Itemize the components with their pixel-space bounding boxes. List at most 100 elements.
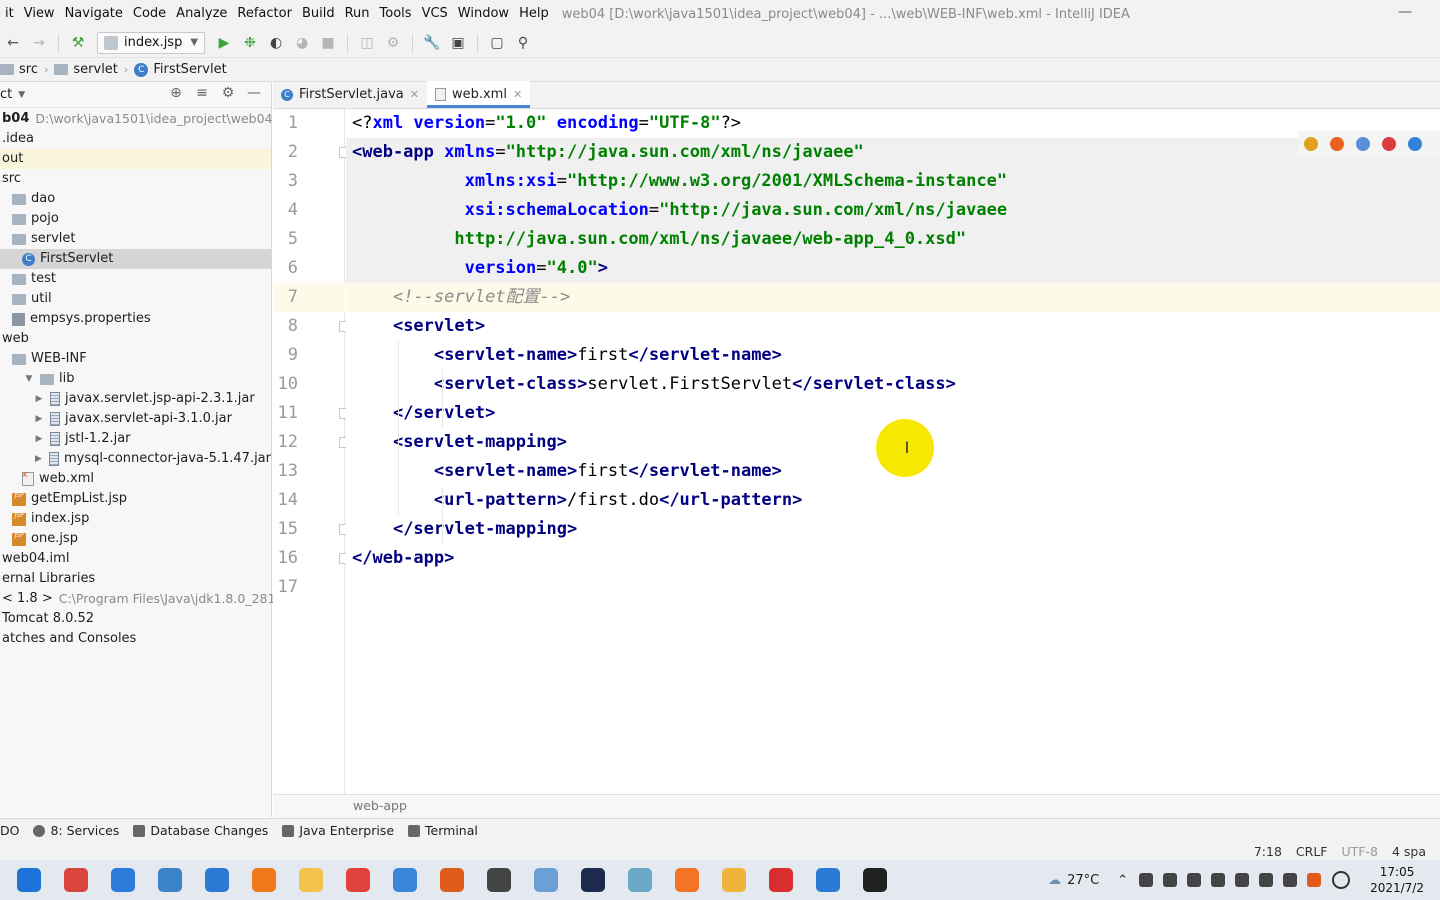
line-separator[interactable]: CRLF (1296, 844, 1328, 859)
tree-item[interactable]: ▶ javax.servlet.jsp-api-2.3.1.jar (0, 389, 271, 409)
taskbar-app-icon[interactable] (387, 860, 423, 900)
tree-item[interactable]: dao (0, 189, 271, 209)
tree-item[interactable]: empsys.properties (0, 309, 271, 329)
toolwindow-terminal[interactable]: Terminal (408, 823, 478, 838)
chevron-right-icon[interactable]: ▶ (32, 409, 46, 429)
menu-window[interactable]: Window (453, 0, 514, 28)
tree-item[interactable]: ▶ jstl-1.2.jar (0, 429, 271, 449)
tab-web-xml[interactable]: web.xml ✕ (426, 81, 531, 108)
chevron-right-icon[interactable]: ▶ (32, 389, 46, 409)
tree-item[interactable]: JSP getEmpList.jsp (0, 489, 271, 509)
menu-navigate[interactable]: Navigate (60, 0, 128, 28)
project-view-title[interactable]: ct (0, 87, 12, 102)
tree-item[interactable]: ▶ mysql-connector-java-5.1.47.jar (0, 449, 271, 469)
build-icon[interactable]: ⚒ (66, 31, 90, 55)
run-icon[interactable]: ▶ (212, 31, 236, 55)
taskbar-app-icon[interactable] (857, 860, 893, 900)
code-line[interactable]: version="4.0"> (346, 254, 1440, 283)
menu-code[interactable]: Code (128, 0, 171, 28)
tree-item[interactable]: C FirstServlet (0, 249, 271, 269)
debug-icon[interactable]: ❉ (238, 31, 262, 55)
gear-icon[interactable]: ⚙ (215, 85, 241, 101)
tree-item[interactable]: JSP one.jsp (0, 529, 271, 549)
opera-icon[interactable] (1382, 137, 1396, 151)
taskbar-app-icon[interactable] (246, 860, 282, 900)
collapse-all-icon[interactable]: ≡ (189, 85, 215, 101)
code-line[interactable]: <url-pattern>/first.do</url-pattern> (346, 486, 1440, 515)
menu-refactor[interactable]: Refactor (232, 0, 297, 28)
code-line[interactable]: </web-app> (346, 544, 1440, 573)
network-icon[interactable] (1235, 873, 1250, 887)
hide-icon[interactable]: — (241, 85, 267, 101)
tree-item[interactable]: web (0, 329, 271, 349)
menu-run[interactable]: Run (340, 0, 375, 28)
taskbar-app-icon[interactable] (434, 860, 470, 900)
tree-item[interactable]: .idea (0, 129, 271, 149)
code-line[interactable]: http://java.sun.com/xml/ns/javaee/web-ap… (346, 225, 1440, 254)
locate-icon[interactable]: ⊕ (163, 85, 189, 101)
weather-temp[interactable]: 27°C (1067, 873, 1099, 888)
chevron-down-icon[interactable]: ▼ (22, 369, 36, 389)
taskbar-app-icon[interactable] (105, 860, 141, 900)
microphone-icon[interactable] (1139, 873, 1154, 887)
tree-item[interactable]: < 1.8 > C:\Program Files\Java\jdk1.8.0_28… (0, 589, 275, 609)
shield-icon[interactable] (1163, 873, 1178, 887)
input-method-icon[interactable] (1283, 873, 1298, 887)
volume-icon[interactable] (1259, 873, 1274, 887)
code-line[interactable]: <servlet-class>servlet.FirstServlet</ser… (346, 370, 1440, 399)
run-config-select[interactable]: index.jsp ▼ (97, 31, 206, 54)
settings-icon[interactable]: 🔧 (420, 31, 444, 55)
tree-item[interactable]: pojo (0, 209, 271, 229)
chevron-down-icon[interactable]: ▼ (18, 90, 25, 100)
stop-icon[interactable]: ■ (316, 31, 340, 55)
battery-icon[interactable] (1211, 873, 1226, 887)
safari-icon[interactable] (1356, 137, 1370, 151)
taskbar-app-icon[interactable] (669, 860, 705, 900)
taskbar-app-icon[interactable] (481, 860, 517, 900)
code-line[interactable]: <?xml version="1.0" encoding="UTF-8"?> (346, 109, 1440, 138)
indent-setting[interactable]: 4 spa (1392, 844, 1426, 859)
code-line[interactable] (346, 573, 1440, 602)
tree-item[interactable]: servlet (0, 229, 271, 249)
tree-item[interactable]: Tomcat 8.0.52 (0, 609, 271, 629)
editor-breadcrumb[interactable]: web-app (273, 794, 1440, 818)
chevron-up-icon[interactable]: ⌃ (1117, 873, 1128, 888)
caret-position[interactable]: 7:18 (1254, 844, 1282, 859)
tree-item[interactable]: src (0, 169, 271, 189)
menu-analyze[interactable]: Analyze (171, 0, 232, 28)
tree-item[interactable]: b04 D:\work\java1501\idea_project\web04 (0, 109, 273, 129)
firefox-icon[interactable] (1330, 137, 1344, 151)
tab-firstservlet-java[interactable]: C FirstServlet.java ✕ (273, 81, 427, 108)
taskbar-app-icon[interactable] (763, 860, 799, 900)
toolwindow-database-changes[interactable]: Database Changes (133, 823, 268, 838)
tree-item[interactable]: out (0, 149, 271, 169)
project-structure-icon[interactable]: ▣ (446, 31, 470, 55)
tree-item[interactable]: ernal Libraries (0, 569, 271, 589)
breadcrumb-firstservlet[interactable]: C FirstServlet (134, 62, 227, 77)
app-tray-icon[interactable] (1307, 873, 1322, 887)
code-line[interactable]: xmlns:xsi="http://www.w3.org/2001/XMLSch… (346, 167, 1440, 196)
taskbar-app-icon[interactable] (340, 860, 376, 900)
frame-icon[interactable]: ▢ (485, 31, 509, 55)
weather-icon[interactable]: ☁ (1048, 873, 1061, 888)
taskbar-app-icon[interactable] (11, 860, 47, 900)
editor-gutter[interactable]: 1 2 3 4 5 6 7 8 9 10 11 12 13 14 15 16 17 (273, 109, 350, 794)
tree-item[interactable]: Kweb.xml (0, 469, 271, 489)
tree-item[interactable]: ▼ lib (0, 369, 271, 389)
code-line[interactable]: xsi:schemaLocation="http://java.sun.com/… (346, 196, 1440, 225)
close-icon[interactable]: ✕ (513, 88, 522, 101)
forward-icon[interactable]: → (27, 31, 51, 55)
taskbar-app-icon[interactable] (293, 860, 329, 900)
breadcrumb-src[interactable]: src › (0, 62, 48, 77)
toolwindow-services[interactable]: 8: Services (33, 823, 119, 838)
taskbar-app-icon[interactable] (58, 860, 94, 900)
code-line[interactable]: <servlet> (346, 312, 1440, 341)
back-icon[interactable]: ← (1, 31, 25, 55)
taskbar-app-icon[interactable] (575, 860, 611, 900)
taskbar-app-icon[interactable] (716, 860, 752, 900)
tree-item[interactable]: JSP index.jsp (0, 509, 271, 529)
close-icon[interactable]: ✕ (410, 88, 419, 101)
update-icon[interactable]: ◫ (355, 31, 379, 55)
tree-item[interactable]: test (0, 269, 271, 289)
menu-view[interactable]: View (19, 0, 60, 28)
